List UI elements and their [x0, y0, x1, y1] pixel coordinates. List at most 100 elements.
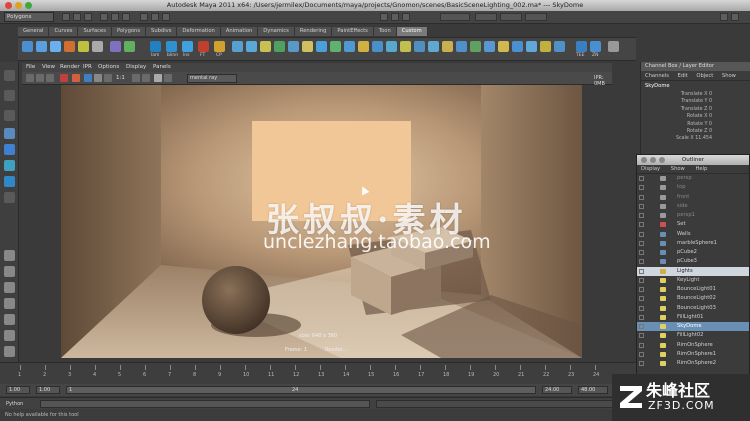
show-attribute-editor-icon[interactable] — [720, 13, 728, 21]
options-icon[interactable] — [164, 74, 172, 82]
save-scene-icon[interactable] — [84, 13, 92, 21]
shader-icon-3[interactable] — [182, 41, 193, 52]
outliner-item[interactable]: top — [637, 183, 749, 192]
attr-scale-x[interactable]: Scale X 11.454 — [641, 135, 750, 142]
custom-icon-11[interactable] — [372, 41, 383, 52]
outliner-item[interactable]: RimOnSphere1 — [637, 350, 749, 359]
attr-translate-z[interactable]: Translate Z 0 — [641, 106, 750, 113]
snap-grid-icon[interactable] — [140, 13, 148, 21]
outliner-item[interactable]: SkyDome — [637, 322, 749, 332]
camera-icon[interactable] — [92, 41, 103, 52]
zoom-window-button[interactable] — [25, 2, 32, 9]
channel-box-object-name[interactable]: SkyDome — [641, 81, 750, 91]
tool-icon[interactable] — [110, 41, 121, 52]
custom-icon-7[interactable] — [316, 41, 327, 52]
scale-tool-icon[interactable] — [4, 160, 15, 171]
tool-icon-2[interactable] — [124, 41, 135, 52]
outliner-item[interactable]: BounceLight02 — [637, 294, 749, 303]
outliner-close-button[interactable] — [641, 157, 647, 163]
custom-icon-24[interactable] — [554, 41, 565, 52]
visibility-checkbox[interactable] — [639, 213, 644, 218]
lambert-shader-icon[interactable] — [150, 41, 161, 52]
custom-icon-3[interactable] — [260, 41, 271, 52]
menu-file[interactable]: File — [26, 63, 35, 72]
layout-two-icon[interactable] — [4, 282, 15, 293]
renderer-dropdown[interactable]: mental ray — [187, 74, 237, 83]
command-input[interactable] — [40, 400, 370, 408]
range-bar[interactable]: 1 24 — [66, 386, 536, 394]
shader-icon-5[interactable] — [214, 41, 225, 52]
visibility-checkbox[interactable] — [639, 176, 644, 181]
visibility-checkbox[interactable] — [639, 240, 644, 246]
z-field[interactable] — [525, 13, 547, 21]
ipr-icon[interactable] — [36, 74, 44, 82]
visibility-checkbox[interactable] — [639, 314, 644, 320]
shelf-tab-dynamics[interactable]: Dynamics — [258, 27, 295, 36]
custom-icon-4[interactable] — [274, 41, 285, 52]
attr-rotate-z[interactable]: Rotate Z 0 — [641, 128, 750, 135]
polygon-cube-icon[interactable] — [22, 41, 33, 52]
open-scene-icon[interactable] — [73, 13, 81, 21]
custom-icon-8[interactable] — [330, 41, 341, 52]
zn-icon[interactable] — [590, 41, 601, 52]
attr-rotate-x[interactable]: Rotate X 0 — [641, 113, 750, 120]
refresh-icon[interactable] — [46, 74, 54, 82]
shader-icon-4[interactable] — [198, 41, 209, 52]
shelf-tab-surfaces[interactable]: Surfaces — [78, 27, 112, 36]
shelf-tab-painteffects[interactable]: PaintEffects — [332, 27, 374, 36]
playback-end-field[interactable]: 24.00 — [542, 386, 572, 394]
custom-icon-22[interactable] — [526, 41, 537, 52]
menu-channels[interactable]: Channels — [645, 73, 669, 79]
menu-ipr[interactable]: IPR — [83, 63, 92, 72]
shelf-tab-animation[interactable]: Animation — [220, 27, 259, 36]
outliner-item[interactable]: marbleSphere1 — [637, 239, 749, 248]
visibility-checkbox[interactable] — [639, 222, 644, 228]
layout-hypershade-icon[interactable] — [4, 330, 15, 341]
keep-image-icon[interactable] — [132, 74, 140, 82]
snap-point-icon[interactable] — [162, 13, 170, 21]
rgb-channels-icon[interactable] — [84, 74, 92, 82]
custom-icon-10[interactable] — [358, 41, 369, 52]
custom-icon-20[interactable] — [498, 41, 509, 52]
outliner-item[interactable]: persp — [637, 174, 749, 183]
shelf-tab-custom[interactable]: Custom — [396, 27, 428, 36]
outliner-item[interactable]: Lights — [637, 266, 749, 276]
minimize-window-button[interactable] — [15, 2, 22, 9]
shelf-tab-general[interactable]: General — [18, 27, 50, 36]
command-language-label[interactable]: Python — [6, 401, 23, 407]
snapshot-icon[interactable] — [72, 74, 80, 82]
outliner-zoom-button[interactable] — [659, 157, 665, 163]
outliner-item[interactable]: FillLight01 — [637, 313, 749, 322]
shelf-tab-rendering[interactable]: Rendering — [294, 27, 333, 36]
render-frame-icon[interactable] — [380, 13, 388, 21]
select-object-icon[interactable] — [111, 13, 119, 21]
custom-icon-1[interactable] — [232, 41, 243, 52]
select-tool-icon[interactable] — [4, 70, 15, 81]
outliner-item[interactable]: FillLight02 — [637, 331, 749, 340]
zoom-icon[interactable] — [104, 74, 112, 82]
visibility-checkbox[interactable] — [639, 296, 644, 302]
outliner-item[interactable]: pCube3 — [637, 257, 749, 266]
layout-single-icon[interactable] — [4, 250, 15, 261]
shelf-tab-toon[interactable]: Toon — [373, 27, 397, 36]
outliner-item[interactable]: front — [637, 193, 749, 202]
new-scene-icon[interactable] — [62, 13, 70, 21]
time-slider[interactable]: 1 2 3 4 5 6 7 8 9 10 11 12 13 14 15 16 17 18 19 20 21 22 23 24 — [0, 362, 636, 384]
blinn-shader-icon[interactable] — [166, 41, 177, 52]
render-settings-icon[interactable] — [402, 13, 410, 21]
point-light-icon[interactable] — [78, 41, 89, 52]
outliner-item[interactable]: side — [637, 202, 749, 211]
visibility-checkbox[interactable] — [639, 250, 644, 255]
outliner-menu-show[interactable]: Show — [671, 166, 685, 172]
x-field[interactable] — [475, 13, 497, 21]
visibility-checkbox[interactable] — [639, 324, 644, 329]
paint-select-tool-icon[interactable] — [4, 110, 15, 121]
last-tool-icon[interactable] — [4, 192, 15, 203]
custom-icon-6[interactable] — [302, 41, 313, 52]
custom-icon-16[interactable] — [442, 41, 453, 52]
attr-translate-x[interactable]: Translate X 0 — [641, 91, 750, 98]
shelf-tab-curves[interactable]: Curves — [49, 27, 79, 36]
layout-custom-icon[interactable] — [4, 346, 15, 357]
visibility-checkbox[interactable] — [639, 305, 644, 311]
visibility-checkbox[interactable] — [639, 333, 644, 339]
